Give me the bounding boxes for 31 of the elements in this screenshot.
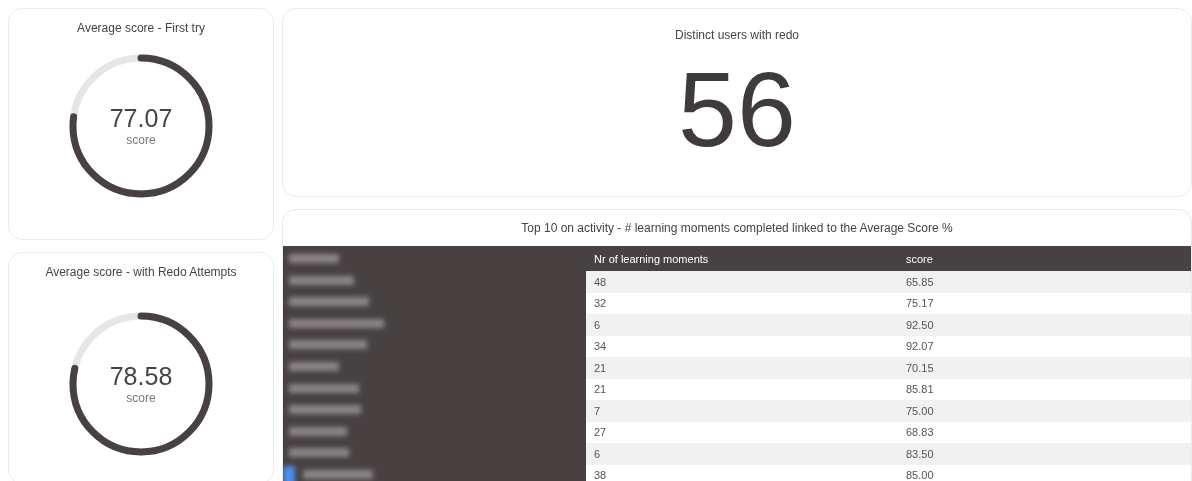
card-title: Average score - with Redo Attempts <box>45 265 237 279</box>
table-cell: 65.85 <box>898 271 1191 293</box>
table-cell: 68.83 <box>898 421 1191 443</box>
table-cell: 83.50 <box>898 443 1191 465</box>
score-value: 77.07 <box>109 105 173 131</box>
table-cell: 92.07 <box>898 335 1191 357</box>
score-value: 78.58 <box>109 363 173 389</box>
table-cell: 21 <box>586 378 898 400</box>
table-cell: 32 <box>586 292 898 314</box>
table-cell: 38 <box>586 464 898 481</box>
table-cell: 75.17 <box>898 292 1191 314</box>
table-cell: 70.15 <box>898 357 1191 379</box>
table-cell: 21 <box>586 357 898 379</box>
table-cell: 85.81 <box>898 378 1191 400</box>
card-title: Distinct users with redo <box>674 28 799 42</box>
column-header: score <box>898 246 1191 271</box>
table-cell: 7 <box>586 400 898 422</box>
card-title: Average score - First try <box>77 21 205 35</box>
table-cell: 85.00 <box>898 464 1191 481</box>
score-label: score <box>126 390 156 405</box>
column-header: Nr of learning moments <box>586 246 898 271</box>
card-title: Top 10 on activity - # learning moments completed linked to the Average Score % <box>520 221 954 237</box>
table-cell: 75.00 <box>898 400 1191 422</box>
table-cell: 34 <box>586 335 898 357</box>
table-cell: 48 <box>586 271 898 293</box>
score-label: score <box>126 132 156 147</box>
table-cell: 27 <box>586 421 898 443</box>
table-cell: 6 <box>586 443 898 465</box>
kpi-value: 56 <box>678 56 796 162</box>
table-cell: 92.50 <box>898 314 1191 336</box>
table-cell: 6 <box>586 314 898 336</box>
